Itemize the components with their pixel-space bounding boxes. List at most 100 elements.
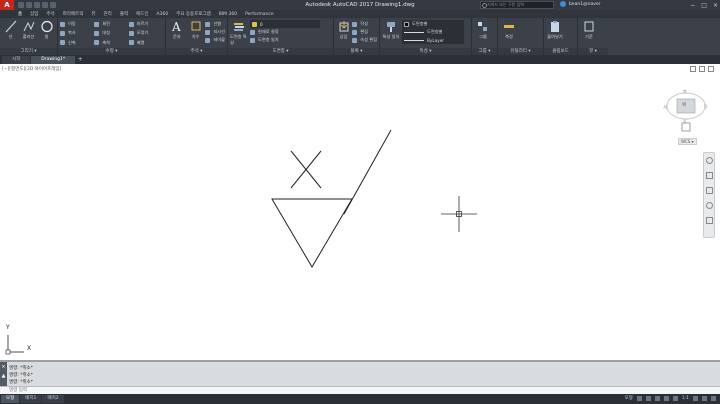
layer-dropdown[interactable]: 0 [250,20,320,28]
annotation-scale[interactable]: 1:1 [682,396,689,401]
insert-block-tool[interactable]: 삽입 [336,20,351,47]
edit-block-tool[interactable]: 편집 [352,28,377,36]
close-button[interactable]: × [713,2,718,9]
measure-tool[interactable]: 측정 [500,20,518,40]
customize-menu-icon[interactable] [711,395,716,401]
panel-label-properties[interactable]: 특성 ▾ [380,48,471,55]
base-view-tool[interactable]: 기준 [580,20,598,40]
rotate-tool[interactable]: 회전 [94,20,128,28]
move-tool[interactable]: 이동 [60,20,94,28]
pan-icon[interactable] [705,172,713,179]
panel-label-layers[interactable]: 도면층 ▾ [228,48,333,55]
minimize-button[interactable]: − [690,2,695,9]
open-icon[interactable] [26,2,32,8]
panel-label-clipboard[interactable]: 클립보드 [544,48,577,55]
drawing-canvas[interactable]: [−][평면도][2D 와이어프레임] Y X 위 북 서 동 남 WCS ▾ [0,64,720,360]
tab-layout2[interactable]: 배치2 [42,395,64,403]
maximize-button[interactable]: □ [701,2,707,9]
paste-tool[interactable]: 붙여넣기 [546,20,564,40]
model-space-label[interactable]: 모형 [624,395,632,401]
grid-icon[interactable] [636,395,642,401]
copy-tool[interactable]: 복사 [60,29,94,37]
edit-attribute-tool[interactable]: 속성 편집 [352,36,377,44]
tab-manage[interactable]: 관리 [104,11,112,17]
viewcube[interactable]: 위 북 서 동 남 WCS ▾ [663,89,708,152]
new-icon[interactable] [18,2,24,8]
line-tool[interactable]: 선 [2,20,19,40]
stretch-tool[interactable]: 신축 [60,39,94,47]
array-tool[interactable]: 배열 [128,39,163,47]
workspace-gear-icon[interactable] [693,395,698,401]
osnap-icon[interactable] [672,395,678,401]
new-tab-button[interactable]: + [76,56,84,64]
viewcube-top-face[interactable]: 위 [682,102,686,108]
orbit-icon[interactable] [705,202,713,209]
slant-line[interactable] [343,129,392,215]
tab-addins[interactable]: 애드인 [136,11,148,17]
lineweight-dropdown[interactable]: ByLayer [402,36,464,44]
tab-parametric[interactable]: 파라메트릭 [63,11,84,17]
customize-command-icon[interactable]: ▲ [2,373,6,379]
inverted-triangle[interactable] [271,198,353,268]
showmotion-icon[interactable] [705,217,713,224]
steering-wheel-icon[interactable] [705,157,713,164]
group-tool[interactable]: 그룹 [474,20,492,40]
panel-label-groups[interactable]: 그룹 ▾ [472,48,497,55]
panel-label-block[interactable]: 블록 ▾ [334,48,379,55]
tab-insert[interactable]: 삽입 [30,11,38,17]
tab-output[interactable]: 출력 [120,11,128,17]
panel-label-modify[interactable]: 수정 ▾ [58,48,165,55]
command-input[interactable]: 명령 입력 [0,386,720,394]
tab-annotate[interactable]: 주석 [46,11,54,17]
snap-icon[interactable] [645,395,651,401]
table-tool[interactable]: 테이블 [205,36,225,44]
polyline-tool[interactable]: 폴리선 [20,20,37,40]
redo-icon[interactable] [50,2,56,8]
panel-label-view[interactable]: 뷰 ▾ [578,48,608,55]
set-current-tool[interactable]: 현재로 설정 [250,28,320,36]
scale-tool[interactable]: 축척 [94,39,128,47]
tab-start[interactable]: 시작 [2,56,31,64]
tab-bim360[interactable]: BIM 360 [219,12,237,17]
match-layer-tool[interactable]: 도면층 일치 [250,36,320,44]
tab-a360[interactable]: A360 [157,12,169,17]
trim-tool[interactable]: 자르기 [128,20,163,28]
tab-view[interactable]: 뷰 [91,11,95,17]
dimension-tool[interactable]: 치수 [187,20,205,47]
create-block-tool[interactable]: 작성 [352,20,377,28]
ortho-icon[interactable] [654,395,660,401]
viewcube-east[interactable]: 동 [704,104,708,110]
tab-drawing1[interactable]: Drawing1* [31,56,76,64]
leader-tool[interactable]: 지시선 [205,28,225,36]
fullscreen-icon[interactable] [702,395,707,401]
match-properties-tool[interactable]: 특성 일치 [382,20,400,47]
tab-model[interactable]: 모형 [1,395,20,403]
tab-featured-apps[interactable]: 주요 응용프로그램 [176,11,211,17]
panel-label-draw[interactable]: 그리기 ▾ [0,48,57,55]
viewcube-south[interactable]: 남 [683,118,687,124]
search-input[interactable]: 키워드 또는 구문 입력 [480,1,554,9]
layer-properties-tool[interactable]: 도면층 특성 [230,20,248,47]
application-menu-button[interactable]: A [0,0,14,10]
polar-icon[interactable] [663,395,669,401]
fillet-tool[interactable]: 모깎기 [128,29,163,37]
viewcube-west[interactable]: 서 [663,104,668,111]
tab-layout1[interactable]: 배치1 [20,395,42,403]
panel-label-annotation[interactable]: 주석 ▾ [166,48,227,55]
close-command-icon[interactable]: × [1,364,5,370]
linetype-dropdown[interactable]: 도면층별 [402,28,464,36]
save-icon[interactable] [34,2,40,8]
mirror-tool[interactable]: 대칭 [94,29,128,37]
wcs-menu[interactable]: WCS ▾ [678,138,697,145]
tab-performance[interactable]: Performance [245,12,274,17]
color-dropdown[interactable]: 도면층별 [402,20,464,28]
user-account[interactable]: bean1@naver [560,1,601,7]
undo-icon[interactable] [42,2,48,8]
text-tool[interactable]: A 문자 [168,20,186,47]
linear-tool[interactable]: 선형 [205,20,225,28]
panel-label-utilities[interactable]: 유틸리티 ▾ [498,48,543,55]
zoom-extents-icon[interactable] [705,187,713,194]
circle-tool[interactable]: 원 [38,20,55,40]
viewcube-north[interactable]: 북 [683,89,687,95]
tab-home[interactable]: 홈 [18,11,22,17]
